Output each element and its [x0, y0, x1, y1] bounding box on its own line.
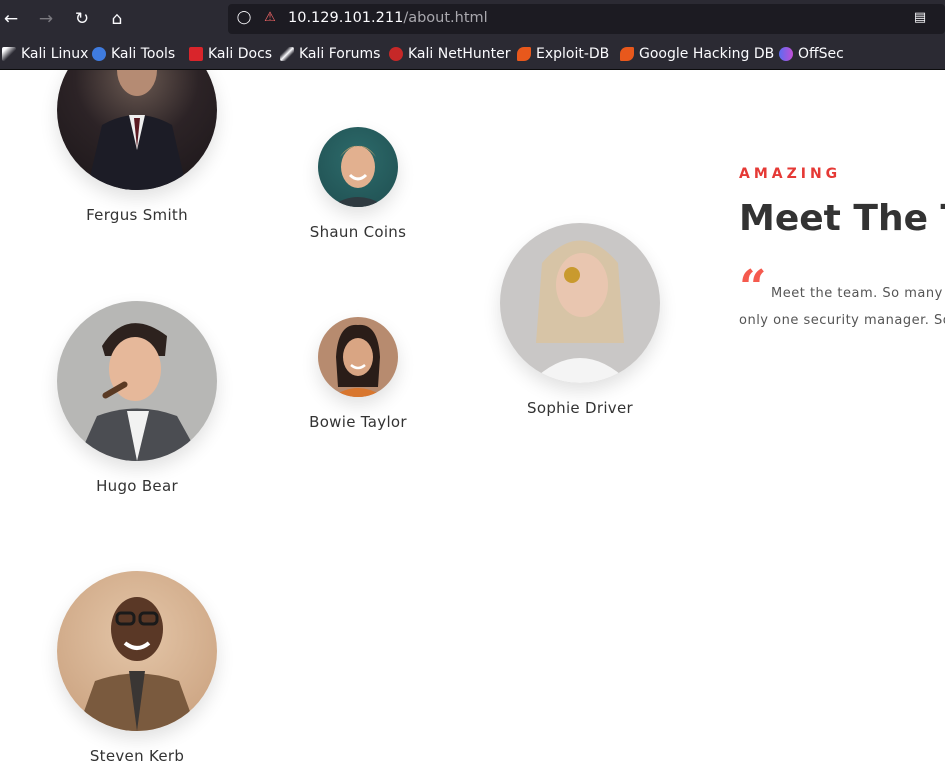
member-name: Sophie Driver: [527, 399, 633, 417]
kali-dragon-icon: [2, 47, 16, 61]
team-member-card: Fergus Smith: [57, 70, 217, 224]
avatar: [500, 223, 660, 383]
browser-toolbar: ← → ↻ ⌂ ◯ ⚠ 10.129.101.211/about.html ▤: [0, 0, 945, 38]
address-bar[interactable]: ◯ ⚠ 10.129.101.211/about.html ▤: [228, 4, 945, 34]
bookmark-kali-tools[interactable]: Kali Tools: [92, 45, 175, 63]
bookmark-google-hacking-db[interactable]: Google Hacking DB: [620, 45, 774, 63]
member-name: Steven Kerb: [89, 747, 185, 765]
portrait-image: [77, 597, 197, 731]
ghdb-icon: [620, 47, 634, 61]
section-kicker: AMAZING: [739, 166, 842, 182]
insecure-lock-icon[interactable]: ⚠: [262, 10, 278, 26]
url-host: 10.129.101.211: [288, 10, 404, 26]
portrait-image: [530, 240, 630, 383]
portrait-image: [330, 145, 386, 207]
portrait-image: [77, 323, 202, 461]
bookmark-kali-linux[interactable]: Kali Linux: [2, 45, 88, 63]
member-name: Hugo Bear: [96, 477, 178, 495]
bookmark-label: Kali Docs: [208, 46, 273, 62]
url-text[interactable]: 10.129.101.211/about.html: [288, 10, 488, 26]
forward-icon[interactable]: →: [35, 8, 57, 30]
url-path: /about.html: [403, 10, 488, 26]
page-content: Fergus Smith Shaun Coins Sophie Driver H…: [0, 70, 945, 780]
back-icon[interactable]: ←: [0, 8, 22, 30]
team-member-card: Sophie Driver: [500, 223, 660, 417]
reload-icon[interactable]: ↻: [71, 8, 93, 30]
bookmark-kali-nethunter[interactable]: Kali NetHunter: [389, 45, 510, 63]
bookmark-label: OffSec: [798, 46, 844, 62]
avatar: [318, 127, 398, 207]
bookmark-exploit-db[interactable]: Exploit-DB: [517, 45, 609, 63]
section-heading: Meet The Te: [739, 198, 945, 239]
avatar: [57, 70, 217, 190]
bookmark-label: Kali Linux: [21, 46, 89, 62]
team-member-card: Bowie Taylor: [288, 317, 428, 431]
section-paragraph: Meet the team. So many b only one securi…: [739, 280, 945, 334]
portrait-image: [332, 324, 384, 397]
bookmark-label: Kali Tools: [111, 46, 176, 62]
team-member-card: Hugo Bear: [57, 301, 217, 495]
bookmark-label: Kali Forums: [299, 46, 381, 62]
avatar: [57, 301, 217, 461]
bookmark-kali-docs[interactable]: Kali Docs: [189, 45, 272, 63]
avatar: [318, 317, 398, 397]
offsec-icon: [779, 47, 793, 61]
home-icon[interactable]: ⌂: [106, 8, 128, 30]
paragraph-line: only one security manager. So: [739, 313, 945, 328]
team-member-card: Shaun Coins: [288, 127, 428, 241]
kali-tools-icon: [92, 47, 106, 61]
paragraph-line: Meet the team. So many b: [771, 286, 945, 301]
kali-forums-icon: [280, 47, 294, 61]
reader-view-icon[interactable]: ▤: [912, 10, 928, 26]
member-name: Fergus Smith: [86, 206, 188, 224]
avatar: [57, 571, 217, 731]
team-member-card: Steven Kerb: [57, 571, 217, 765]
kali-docs-icon: [189, 47, 203, 61]
bookmark-label: Kali NetHunter: [408, 46, 511, 62]
bookmark-label: Exploit-DB: [536, 46, 610, 62]
kali-nethunter-icon: [389, 47, 403, 61]
bookmark-kali-forums[interactable]: Kali Forums: [280, 45, 380, 63]
bookmark-offsec[interactable]: OffSec: [779, 45, 844, 63]
bookmark-label: Google Hacking DB: [639, 46, 775, 62]
member-name: Shaun Coins: [309, 223, 407, 241]
exploit-db-icon: [517, 47, 531, 61]
member-name: Bowie Taylor: [309, 413, 407, 431]
portrait-image: [87, 70, 187, 190]
bookmarks-bar: Kali Linux Kali Tools Kali Docs Kali For…: [0, 38, 945, 70]
shield-icon[interactable]: ◯: [236, 10, 252, 26]
